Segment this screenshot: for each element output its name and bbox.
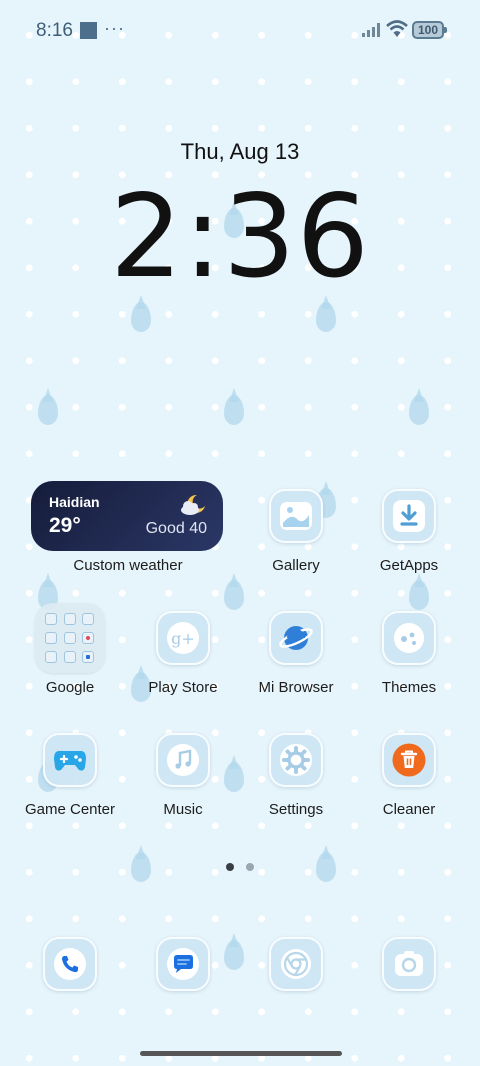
status-bar: 8:16 ··· 100: [0, 0, 480, 60]
music-note-icon: [167, 744, 199, 776]
folder-app-icon: [82, 631, 95, 644]
battery-indicator: 100: [412, 21, 447, 39]
air-quality-text: Good 40: [145, 520, 207, 537]
folder-app-icon: [63, 631, 76, 644]
folder-app-icon: [82, 650, 95, 663]
cleaner-app[interactable]: [382, 733, 436, 787]
folder-app-icon: [63, 650, 76, 663]
planet-icon: [279, 626, 313, 650]
app-label-getapps: GetApps: [379, 557, 439, 574]
mi-browser-app[interactable]: [269, 611, 323, 665]
game-center-app[interactable]: [43, 733, 97, 787]
gallery-app[interactable]: [269, 489, 323, 543]
notification-square-icon: [80, 22, 97, 39]
status-time: 8:16: [36, 20, 73, 41]
raindrop-decoration: [224, 940, 244, 970]
raindrop-decoration: [409, 580, 429, 610]
camera-app[interactable]: [382, 937, 436, 991]
wifi-icon: [386, 20, 408, 37]
weather-widget[interactable]: Haidian 29° Good 40: [31, 481, 223, 551]
download-icon: [393, 500, 425, 532]
camera-icon: [395, 951, 423, 976]
weather-city: Haidian: [49, 494, 100, 510]
getapps-app[interactable]: [382, 489, 436, 543]
messages-icon: [167, 948, 199, 980]
raindrop-decoration: [224, 580, 244, 610]
phone-icon: [54, 948, 86, 980]
themes-icon: [394, 623, 424, 653]
trash-icon: [392, 743, 426, 777]
weather-temperature: 29°: [49, 514, 81, 537]
raindrop-decoration: [224, 395, 244, 425]
svg-text:g+: g+: [171, 629, 195, 648]
app-label-settings: Settings: [268, 801, 324, 818]
raindrop-decoration: [224, 762, 244, 792]
app-label-gallery: Gallery: [272, 557, 320, 574]
more-notifications-icon: ···: [104, 18, 125, 38]
raindrop-decoration: [409, 395, 429, 425]
gesture-navigation-bar[interactable]: [140, 1051, 342, 1056]
messages-app[interactable]: [156, 937, 210, 991]
raindrop-decoration: [131, 302, 151, 332]
chrome-icon: [281, 949, 311, 979]
app-label-music: Music: [163, 801, 203, 818]
settings-app[interactable]: [269, 733, 323, 787]
app-label-themes: Themes: [381, 679, 437, 696]
raindrop-decoration: [316, 302, 336, 332]
folder-app-icon: [45, 631, 57, 644]
google-folder[interactable]: [35, 603, 105, 673]
weather-widget-label: Custom weather: [73, 557, 183, 574]
folder-app-icon: [82, 613, 95, 626]
app-label-mi-browser: Mi Browser: [258, 679, 334, 696]
app-label-game-center: Game Center: [24, 801, 116, 818]
page-indicator-active[interactable]: [226, 863, 234, 871]
folder-app-icon: [45, 613, 57, 626]
app-label-google: Google: [45, 679, 95, 696]
phone-app[interactable]: [43, 937, 97, 991]
gallery-icon: [280, 502, 312, 530]
app-label-cleaner: Cleaner: [382, 801, 436, 818]
clock-widget[interactable]: 2:36: [0, 170, 480, 303]
gamepad-icon: [54, 751, 86, 771]
raindrop-decoration: [316, 852, 336, 882]
raindrop-decoration: [38, 395, 58, 425]
themes-app[interactable]: [382, 611, 436, 665]
gear-icon: [280, 744, 312, 776]
chrome-app[interactable]: [269, 937, 323, 991]
google-plus-icon: g+: [167, 622, 199, 654]
folder-app-icon: [45, 650, 57, 663]
signal-icon: [362, 23, 380, 37]
moon-cloud-icon: [181, 494, 205, 515]
raindrop-decoration: [131, 852, 151, 882]
play-store-app[interactable]: g+: [156, 611, 210, 665]
music-app[interactable]: [156, 733, 210, 787]
date-text[interactable]: Thu, Aug 13: [0, 139, 480, 165]
folder-app-icon: [63, 613, 76, 626]
page-indicator[interactable]: [246, 863, 254, 871]
app-label-play-store: Play Store: [148, 679, 218, 696]
